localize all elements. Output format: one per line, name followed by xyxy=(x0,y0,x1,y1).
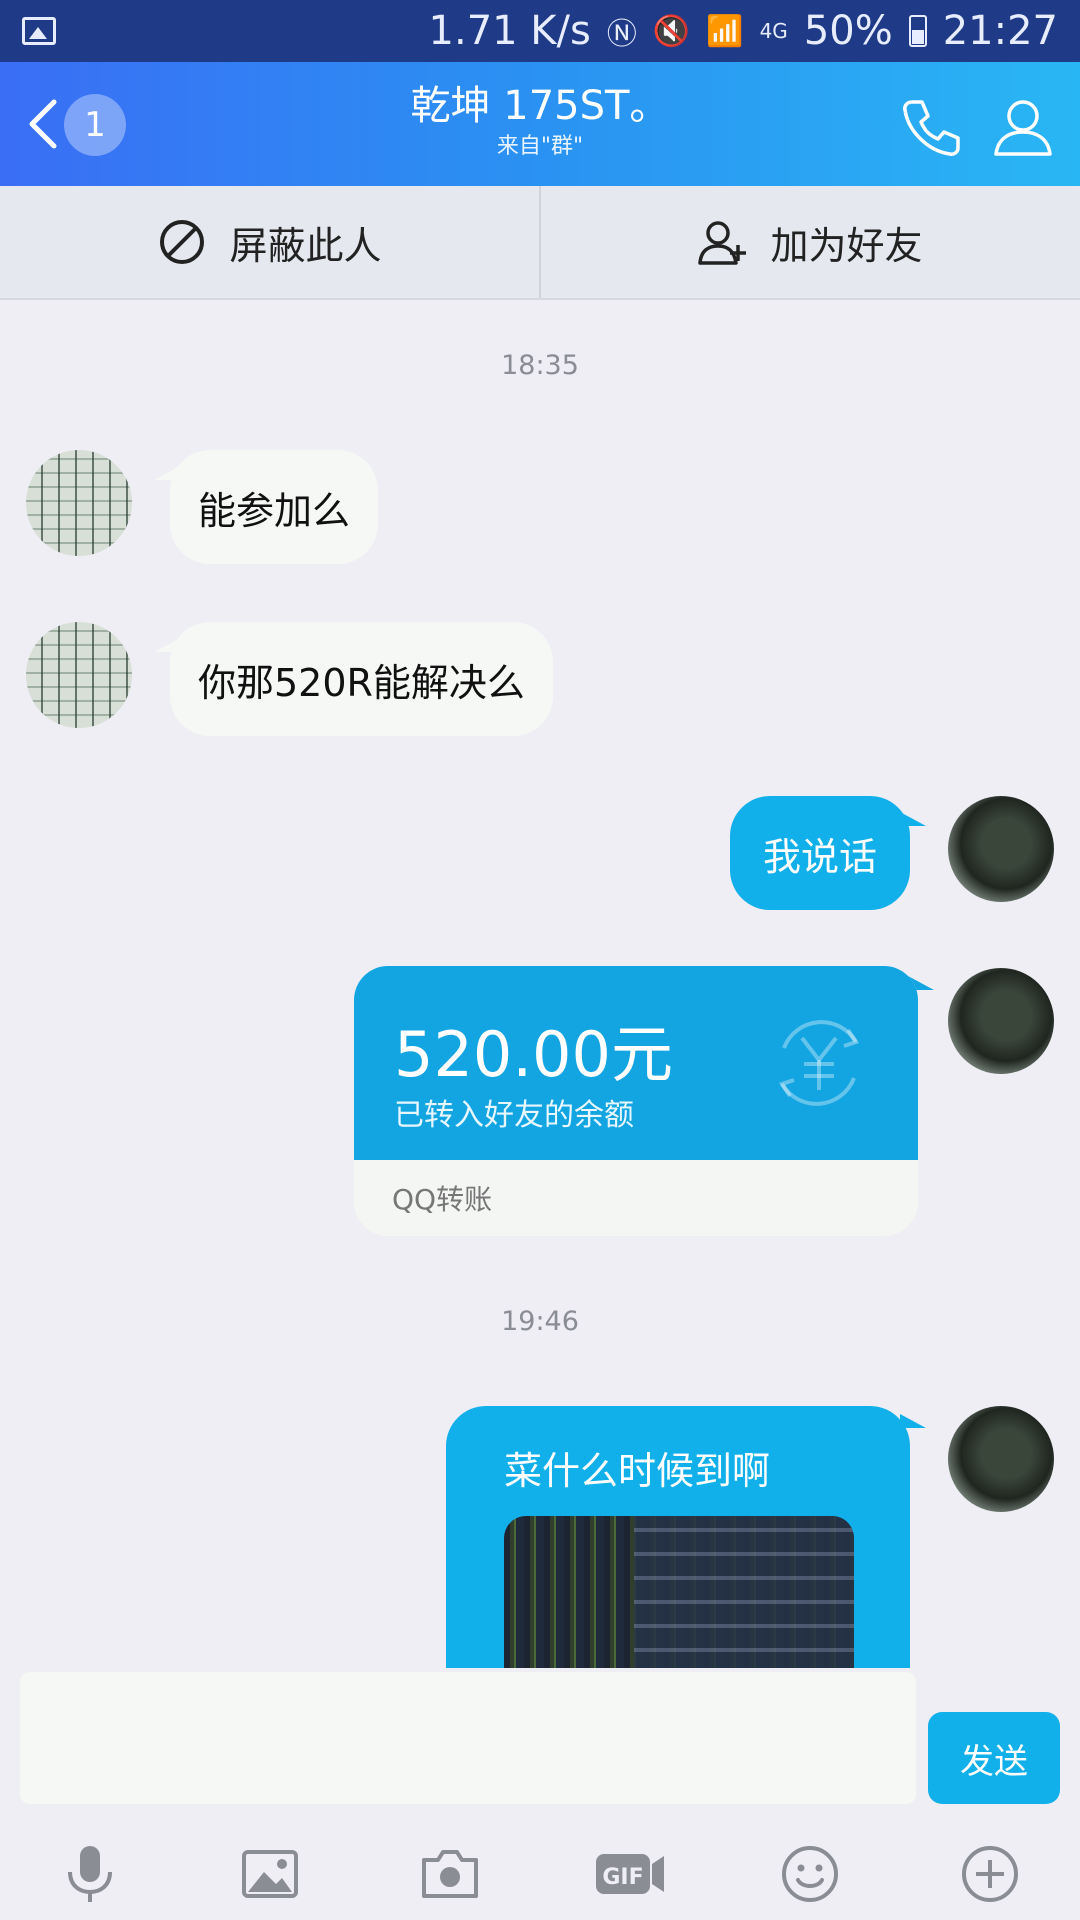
wifi-icon: 📶 xyxy=(706,13,744,49)
transfer-card[interactable]: 520.00元 已转入好友的余额 QQ转账 xyxy=(354,966,918,1236)
network-type: 4G xyxy=(759,19,788,43)
battery-percent: 50% xyxy=(803,8,893,54)
action-bar: 屏蔽此人 加为好友 xyxy=(0,186,1080,300)
avatar[interactable] xyxy=(26,622,132,728)
chat-header: 1 乾坤 175ST。 来自"群" xyxy=(0,62,1080,186)
message-bubble[interactable]: 我说话 xyxy=(730,796,910,910)
phone-icon[interactable] xyxy=(898,94,964,160)
network-speed: 1.71 K/s xyxy=(428,8,591,54)
avatar[interactable] xyxy=(26,450,132,556)
input-toolbar: GIF xyxy=(0,1828,1080,1920)
transfer-description: 已转入好友的余额 xyxy=(394,1098,634,1133)
block-user-button[interactable]: 屏蔽此人 xyxy=(0,186,541,298)
clock: 21:27 xyxy=(942,8,1058,54)
add-friend-label: 加为好友 xyxy=(770,223,923,268)
message-text: 能参加么 xyxy=(198,488,351,533)
transfer-amount: 520.00元 xyxy=(394,1018,673,1091)
nfc-icon: Ⓝ xyxy=(606,17,637,52)
mute-icon: 🔇 xyxy=(652,13,691,49)
emoji-icon[interactable] xyxy=(778,1842,842,1906)
transfer-card-top: 520.00元 已转入好友的余额 xyxy=(354,966,918,1160)
battery-icon xyxy=(908,15,927,47)
avatar[interactable] xyxy=(948,968,1054,1074)
plus-icon[interactable] xyxy=(958,1842,1022,1906)
avatar[interactable] xyxy=(948,796,1054,902)
message-text: 你那520R能解决么 xyxy=(198,660,525,705)
status-bar: 1.71 K/s Ⓝ 🔇 📶 4G 50% 21:27 xyxy=(0,0,1080,62)
message-input[interactable] xyxy=(20,1672,916,1804)
svg-text:GIF: GIF xyxy=(602,1865,643,1890)
gallery-notification-icon xyxy=(22,17,56,45)
avatar[interactable] xyxy=(948,1406,1054,1512)
message-bubble[interactable]: 能参加么 xyxy=(170,450,379,564)
timestamp: 18:35 xyxy=(501,350,579,381)
timestamp: 19:46 xyxy=(501,1306,579,1337)
message-image[interactable] xyxy=(504,1516,854,1672)
add-friend-button[interactable]: 加为好友 xyxy=(541,186,1080,298)
image-message-bubble[interactable]: 菜什么时候到啊 xyxy=(446,1406,910,1672)
image-icon[interactable] xyxy=(238,1842,302,1906)
input-area: 发送 GIF xyxy=(0,1668,1080,1920)
message-text: 我说话 xyxy=(762,834,877,879)
add-user-icon xyxy=(698,221,747,265)
message-text: 菜什么时候到啊 xyxy=(504,1449,771,1493)
yuan-transfer-icon xyxy=(778,1020,860,1106)
camera-icon[interactable] xyxy=(418,1842,482,1906)
send-button[interactable]: 发送 xyxy=(928,1712,1060,1804)
gif-icon[interactable]: GIF xyxy=(594,1842,666,1906)
block-label: 屏蔽此人 xyxy=(229,223,382,268)
profile-icon[interactable] xyxy=(990,94,1056,160)
block-icon xyxy=(160,220,205,264)
microphone-icon[interactable] xyxy=(58,1842,122,1906)
transfer-source: QQ转账 xyxy=(392,1183,493,1216)
message-bubble[interactable]: 你那520R能解决么 xyxy=(170,622,553,736)
